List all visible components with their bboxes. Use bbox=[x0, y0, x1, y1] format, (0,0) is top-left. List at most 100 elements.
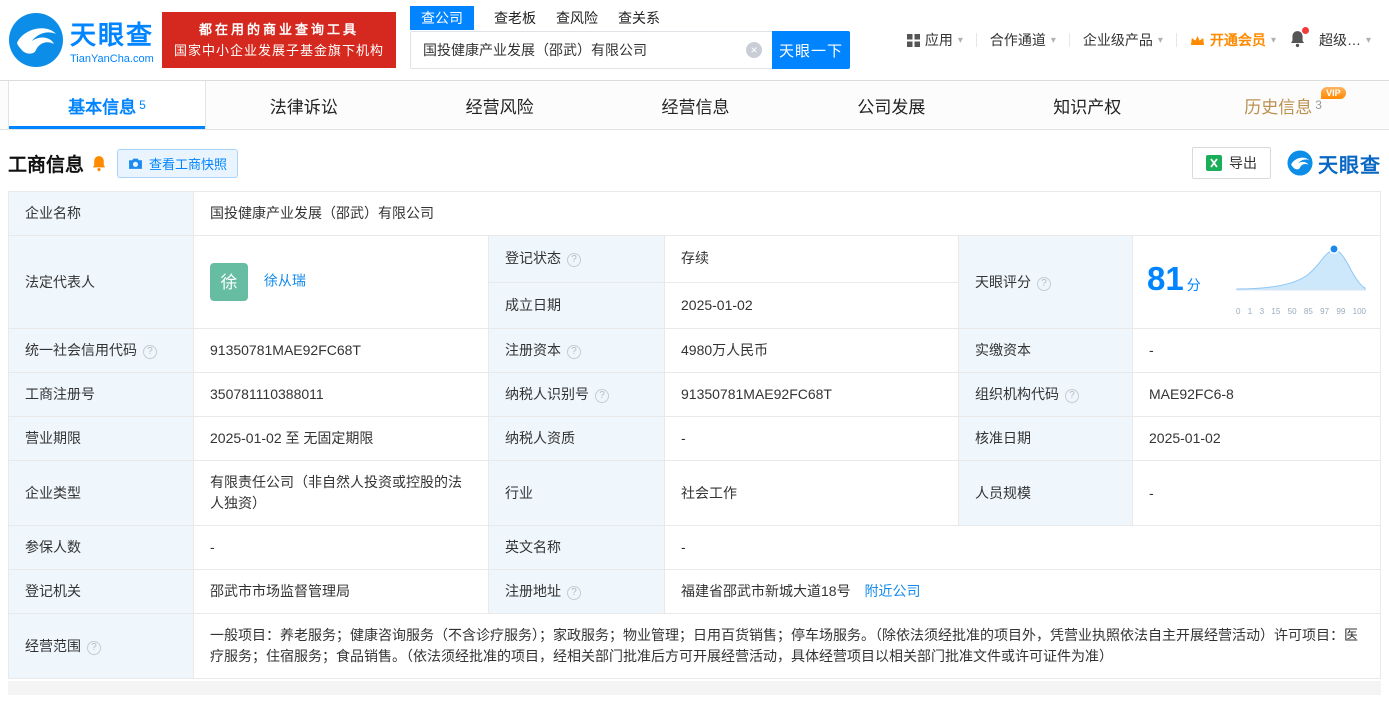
business-term-value: 2025-01-02 至 无固定期限 bbox=[193, 416, 489, 461]
nav-divider bbox=[1068, 33, 1070, 47]
reg-address-cell: 福建省邵武市新城大道18号 附近公司 bbox=[664, 569, 1381, 614]
reg-authority-value: 邵武市市场监督管理局 bbox=[193, 569, 489, 614]
tab-intellectual-property[interactable]: 知识产权 bbox=[989, 81, 1185, 129]
apps-grid-icon bbox=[906, 33, 920, 47]
score-axis: 0 1 3 15 50 85 97 99 100 bbox=[1236, 307, 1366, 316]
slogan-line2: 国家中小企业发展子基金旗下机构 bbox=[174, 43, 385, 58]
main-content: 工商信息 查看工商快照 导出 天眼查 企业名称 国投健康产业发展（邵武）有限公司… bbox=[0, 147, 1389, 695]
score-value-wrap: 81 分 bbox=[1147, 262, 1201, 296]
score-value: 81 bbox=[1147, 260, 1184, 297]
export-button[interactable]: 导出 bbox=[1192, 147, 1271, 179]
staff-size-value: - bbox=[1132, 460, 1381, 526]
field-label-establish-date: 成立日期 bbox=[488, 281, 665, 329]
excel-icon bbox=[1206, 155, 1222, 171]
table-row: 参保人数 - 英文名称 - bbox=[8, 525, 1381, 570]
field-label-business-scope: 经营范围? bbox=[8, 613, 194, 679]
clear-icon[interactable]: × bbox=[746, 42, 763, 58]
nav-apps[interactable]: 应用 ▾ bbox=[906, 30, 963, 50]
tab-label: 知识产权 bbox=[1053, 97, 1122, 117]
nav-partner-channel[interactable]: 合作通道 ▾ bbox=[990, 30, 1056, 50]
table-row: 经营范围? 一般项目：养老服务；健康咨询服务（不含诊疗服务）；家政服务；物业管理… bbox=[8, 613, 1381, 679]
help-icon[interactable]: ? bbox=[87, 640, 101, 655]
brand-name: 天眼查 bbox=[70, 20, 155, 50]
field-label-credit-code: 统一社会信用代码? bbox=[8, 328, 194, 373]
help-icon[interactable]: ? bbox=[1065, 389, 1079, 403]
brand-domain: TianYanCha.com bbox=[70, 53, 154, 65]
business-scope-value: 一般项目：养老服务；健康咨询服务（不含诊疗服务）；家政服务；物业管理；日用百货销… bbox=[193, 613, 1381, 679]
field-label-reg-capital: 注册资本? bbox=[488, 328, 665, 373]
tab-label: 经营信息 bbox=[661, 97, 730, 117]
tab-label: 基本信息 bbox=[68, 97, 137, 117]
field-label-org-code: 组织机构代码? bbox=[958, 372, 1133, 417]
nav-enterprise-products[interactable]: 企业级产品 ▾ bbox=[1083, 30, 1163, 50]
export-button-label: 导出 bbox=[1229, 155, 1257, 171]
taxpayer-id-value: 91350781MAE92FC68T bbox=[664, 372, 959, 417]
field-label-staff-size: 人员规模 bbox=[958, 460, 1133, 526]
legal-rep-avatar[interactable]: 徐 bbox=[210, 263, 248, 301]
establish-date-value: 2025-01-02 bbox=[664, 281, 959, 329]
tab-basic-info[interactable]: 基本信息 5 bbox=[8, 81, 206, 129]
tab-legal-litigation[interactable]: 法律诉讼 bbox=[206, 81, 402, 129]
watermark-logo: 天眼查 bbox=[1287, 149, 1381, 178]
reg-number-value: 350781110388011 bbox=[193, 372, 489, 417]
vip-badge: VIP bbox=[1321, 87, 1346, 99]
nav-open-vip[interactable]: 开通会员 ▾ bbox=[1190, 30, 1276, 50]
field-label-score: 天眼评分? bbox=[958, 235, 1133, 329]
footer-strip bbox=[8, 681, 1381, 695]
tab-count: 3 bbox=[1315, 98, 1322, 112]
notification-bell[interactable] bbox=[1289, 26, 1309, 51]
credit-code-value: 91350781MAE92FC68T bbox=[193, 328, 489, 373]
field-label-taxpayer-quality: 纳税人资质 bbox=[488, 416, 665, 461]
tab-business-info[interactable]: 经营信息 bbox=[598, 81, 794, 129]
table-row: 营业期限 2025-01-02 至 无固定期限 纳税人资质 - 核准日期 202… bbox=[8, 416, 1381, 461]
notification-dot bbox=[1301, 26, 1309, 34]
nav-enterprise-label: 企业级产品 bbox=[1082, 32, 1153, 48]
tab-company-development[interactable]: 公司发展 bbox=[793, 81, 989, 129]
help-icon[interactable]: ? bbox=[143, 345, 157, 359]
field-label-business-term: 营业期限 bbox=[8, 416, 194, 461]
help-icon[interactable]: ? bbox=[567, 253, 581, 268]
chevron-down-icon: ▾ bbox=[957, 34, 963, 46]
top-header: 天眼查 TianYanCha.com 都在用的商业查询工具 国家中小企业发展子基… bbox=[0, 0, 1389, 81]
search-tab-risk[interactable]: 查风险 bbox=[556, 6, 598, 30]
field-label-legal-rep: 法定代表人 bbox=[8, 235, 194, 329]
reg-capital-value: 4980万人民币 bbox=[664, 328, 959, 373]
help-icon[interactable]: ? bbox=[567, 586, 581, 600]
legal-rep-link[interactable]: 徐从瑞 bbox=[264, 273, 306, 289]
help-icon[interactable]: ? bbox=[567, 345, 581, 359]
table-row: 统一社会信用代码? 91350781MAE92FC68T 注册资本? 4980万… bbox=[8, 328, 1381, 373]
tab-label: 历史信息 bbox=[1244, 97, 1313, 117]
tab-history-info[interactable]: 历史信息 3 VIP bbox=[1185, 81, 1381, 129]
nav-divider bbox=[975, 33, 977, 47]
search-tab-boss[interactable]: 查老板 bbox=[494, 6, 536, 30]
search-button[interactable]: 天眼一下 bbox=[772, 31, 851, 69]
search-input[interactable] bbox=[410, 31, 773, 69]
chevron-down-icon: ▾ bbox=[1270, 34, 1276, 46]
nav-super-vip[interactable]: 超级… ▾ bbox=[1319, 30, 1371, 50]
help-icon[interactable]: ? bbox=[1037, 276, 1051, 291]
company-type-value: 有限责任公司（非自然人投资或控股的法人独资） bbox=[193, 460, 489, 526]
nav-super-label: 超级… bbox=[1318, 32, 1361, 48]
field-label-reg-number: 工商注册号 bbox=[8, 372, 194, 417]
help-icon[interactable]: ? bbox=[595, 389, 609, 403]
search-tab-relation[interactable]: 查关系 bbox=[618, 6, 660, 30]
score-unit: 分 bbox=[1186, 277, 1201, 293]
nearby-companies-link[interactable]: 附近公司 bbox=[864, 583, 920, 599]
tianyancha-mini-icon bbox=[1287, 150, 1313, 176]
table-row: 企业类型 有限责任公司（非自然人投资或控股的法人独资） 行业 社会工作 人员规模… bbox=[8, 460, 1381, 526]
field-label-paid-capital: 实缴资本 bbox=[958, 328, 1133, 373]
snapshot-button-label: 查看工商快照 bbox=[149, 156, 228, 172]
section-tabbar: 基本信息 5 法律诉讼 经营风险 经营信息 公司发展 知识产权 历史信息 3 VIP bbox=[0, 81, 1389, 130]
subscribe-bell-icon[interactable] bbox=[91, 155, 107, 172]
slogan-badge: 都在用的商业查询工具 国家中小企业发展子基金旗下机构 bbox=[162, 12, 397, 68]
top-nav: 应用 ▾ 合作通道 ▾ 企业级产品 ▾ 开通会员 ▾ 超级… ▾ bbox=[906, 26, 1371, 51]
field-label-taxpayer-id: 纳税人识别号? bbox=[488, 372, 665, 417]
score-cell[interactable]: 81 分 0 1 3 15 50 85 97 99 100 bbox=[1132, 235, 1381, 329]
search-tab-company[interactable]: 查公司 bbox=[410, 5, 475, 30]
field-label-enterprise-name: 企业名称 bbox=[8, 191, 194, 236]
business-info-table: 企业名称 国投健康产业发展（邵武）有限公司 法定代表人 徐 徐从瑞 登记状态? … bbox=[8, 191, 1381, 679]
nav-partner-label: 合作通道 bbox=[989, 32, 1046, 48]
tab-operational-risk[interactable]: 经营风险 bbox=[402, 81, 598, 129]
tianyancha-logo[interactable]: 天眼查 TianYanCha.com bbox=[8, 12, 154, 68]
snapshot-button[interactable]: 查看工商快照 bbox=[117, 148, 239, 178]
